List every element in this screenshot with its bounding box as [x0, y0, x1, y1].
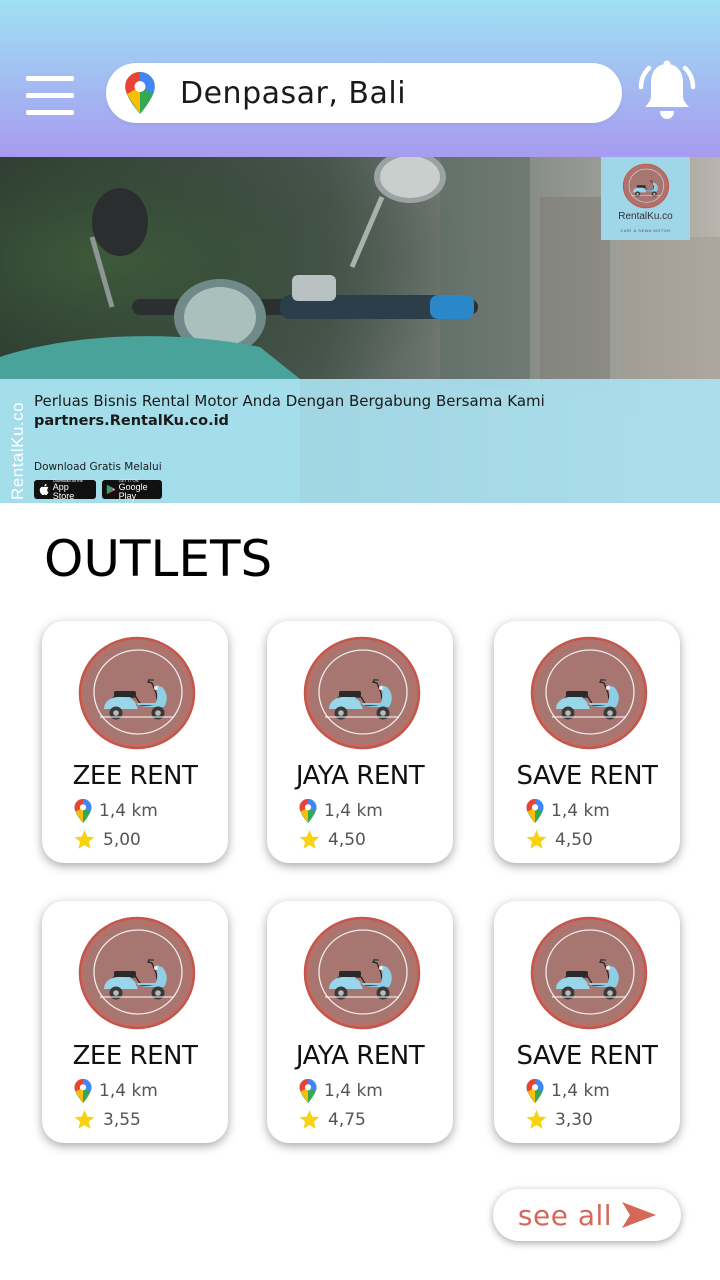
- outlet-rating-row: 5,00: [74, 830, 141, 850]
- top-app-bar: Denpasar, Bali: [0, 0, 720, 157]
- rentalku-logo-icon: [620, 163, 672, 209]
- outlet-scooter-logo: [78, 915, 196, 1031]
- map-pin-icon: [299, 799, 317, 823]
- star-icon: [526, 830, 547, 850]
- outlet-name: ZEE RENT: [72, 761, 198, 791]
- outlet-rating: 4,75: [328, 1110, 366, 1130]
- outlet-rating: 4,50: [555, 830, 593, 850]
- google-play-text: Google Play: [118, 482, 148, 501]
- outlet-distance: 1,4 km: [551, 801, 610, 821]
- outlet-card[interactable]: ZEE RENT 1,4 km 3,55: [42, 901, 228, 1143]
- outlet-distance-row: 1,4 km: [299, 1079, 383, 1103]
- google-play-badge[interactable]: GET IT ON Google Play: [102, 478, 162, 501]
- location-search-bar[interactable]: Denpasar, Bali: [106, 63, 622, 123]
- outlet-card[interactable]: ZEE RENT 1,4 km 5,00: [42, 621, 228, 863]
- map-pin-icon: [124, 72, 156, 114]
- outlet-distance-row: 1,4 km: [74, 1079, 158, 1103]
- outlet-name: JAYA RENT: [295, 1041, 425, 1071]
- outlet-scooter-logo: [530, 915, 648, 1031]
- outlet-rating-row: 4,75: [299, 1110, 366, 1130]
- app-store-badge[interactable]: Download on the App Store: [34, 478, 96, 501]
- outlet-rating-row: 4,50: [526, 830, 593, 850]
- see-all-button[interactable]: see all: [493, 1189, 681, 1241]
- outlet-distance: 1,4 km: [99, 801, 158, 821]
- map-pin-icon: [526, 799, 544, 823]
- outlet-rating: 3,30: [555, 1110, 593, 1130]
- outlet-distance: 1,4 km: [324, 1081, 383, 1101]
- outlet-card[interactable]: SAVE RENT 1,4 km 4,50: [494, 621, 680, 863]
- outlet-distance-row: 1,4 km: [526, 1079, 610, 1103]
- outlet-scooter-logo: [78, 635, 196, 751]
- outlet-scooter-logo: [530, 635, 648, 751]
- outlet-rating: 4,50: [328, 830, 366, 850]
- outlet-distance-row: 1,4 km: [526, 799, 610, 823]
- vertical-brand-text: RentalKu.co: [8, 401, 27, 500]
- star-icon: [74, 830, 95, 850]
- outlet-card[interactable]: SAVE RENT 1,4 km 3,30: [494, 901, 680, 1143]
- rentalku-logo-badge: RentalKu.co CARI & SEWA MOTOR: [601, 157, 690, 240]
- star-icon: [299, 1110, 320, 1130]
- bell-icon[interactable]: [638, 60, 696, 122]
- outlet-distance-row: 1,4 km: [74, 799, 158, 823]
- see-all-label: see all: [517, 1198, 613, 1232]
- outlet-distance: 1,4 km: [551, 1081, 610, 1101]
- apple-icon: [39, 483, 49, 496]
- logo-tagline: CARI & SEWA MOTOR: [620, 228, 671, 233]
- map-pin-icon: [299, 1079, 317, 1103]
- outlet-name: JAYA RENT: [295, 761, 425, 791]
- outlet-name: SAVE RENT: [516, 761, 658, 791]
- promo-headline: Perluas Bisnis Rental Motor Anda Dengan …: [34, 392, 545, 410]
- star-icon: [74, 1110, 95, 1130]
- outlet-rating-row: 3,55: [74, 1110, 141, 1130]
- outlet-name: SAVE RENT: [516, 1041, 658, 1071]
- outlet-distance: 1,4 km: [99, 1081, 158, 1101]
- outlet-card[interactable]: JAYA RENT 1,4 km 4,50: [267, 621, 453, 863]
- logo-name: RentalKu.co: [618, 211, 673, 222]
- outlet-rating: 5,00: [103, 830, 141, 850]
- hamburger-menu-icon[interactable]: [26, 76, 76, 116]
- location-text: Denpasar, Bali: [180, 75, 407, 111]
- arrow-right-icon: [622, 1202, 657, 1228]
- outlets-title: OUTLETS: [44, 530, 273, 588]
- star-icon: [526, 1110, 547, 1130]
- download-label: Download Gratis Melalui: [34, 461, 162, 473]
- app-store-text: App Store: [52, 482, 75, 501]
- outlet-name: ZEE RENT: [72, 1041, 198, 1071]
- outlet-rating: 3,55: [103, 1110, 141, 1130]
- outlet-rating-row: 4,50: [299, 830, 366, 850]
- map-pin-icon: [74, 799, 92, 823]
- outlet-card[interactable]: JAYA RENT 1,4 km 4,75: [267, 901, 453, 1143]
- google-play-icon: [106, 484, 116, 495]
- outlet-scooter-logo: [303, 915, 421, 1031]
- outlet-scooter-logo: [303, 635, 421, 751]
- outlet-distance: 1,4 km: [324, 801, 383, 821]
- outlet-rating-row: 3,30: [526, 1110, 593, 1130]
- star-icon: [299, 830, 320, 850]
- map-pin-icon: [526, 1079, 544, 1103]
- outlet-distance-row: 1,4 km: [299, 799, 383, 823]
- partners-link[interactable]: partners.RentalKu.co.id: [34, 413, 229, 429]
- map-pin-icon: [74, 1079, 92, 1103]
